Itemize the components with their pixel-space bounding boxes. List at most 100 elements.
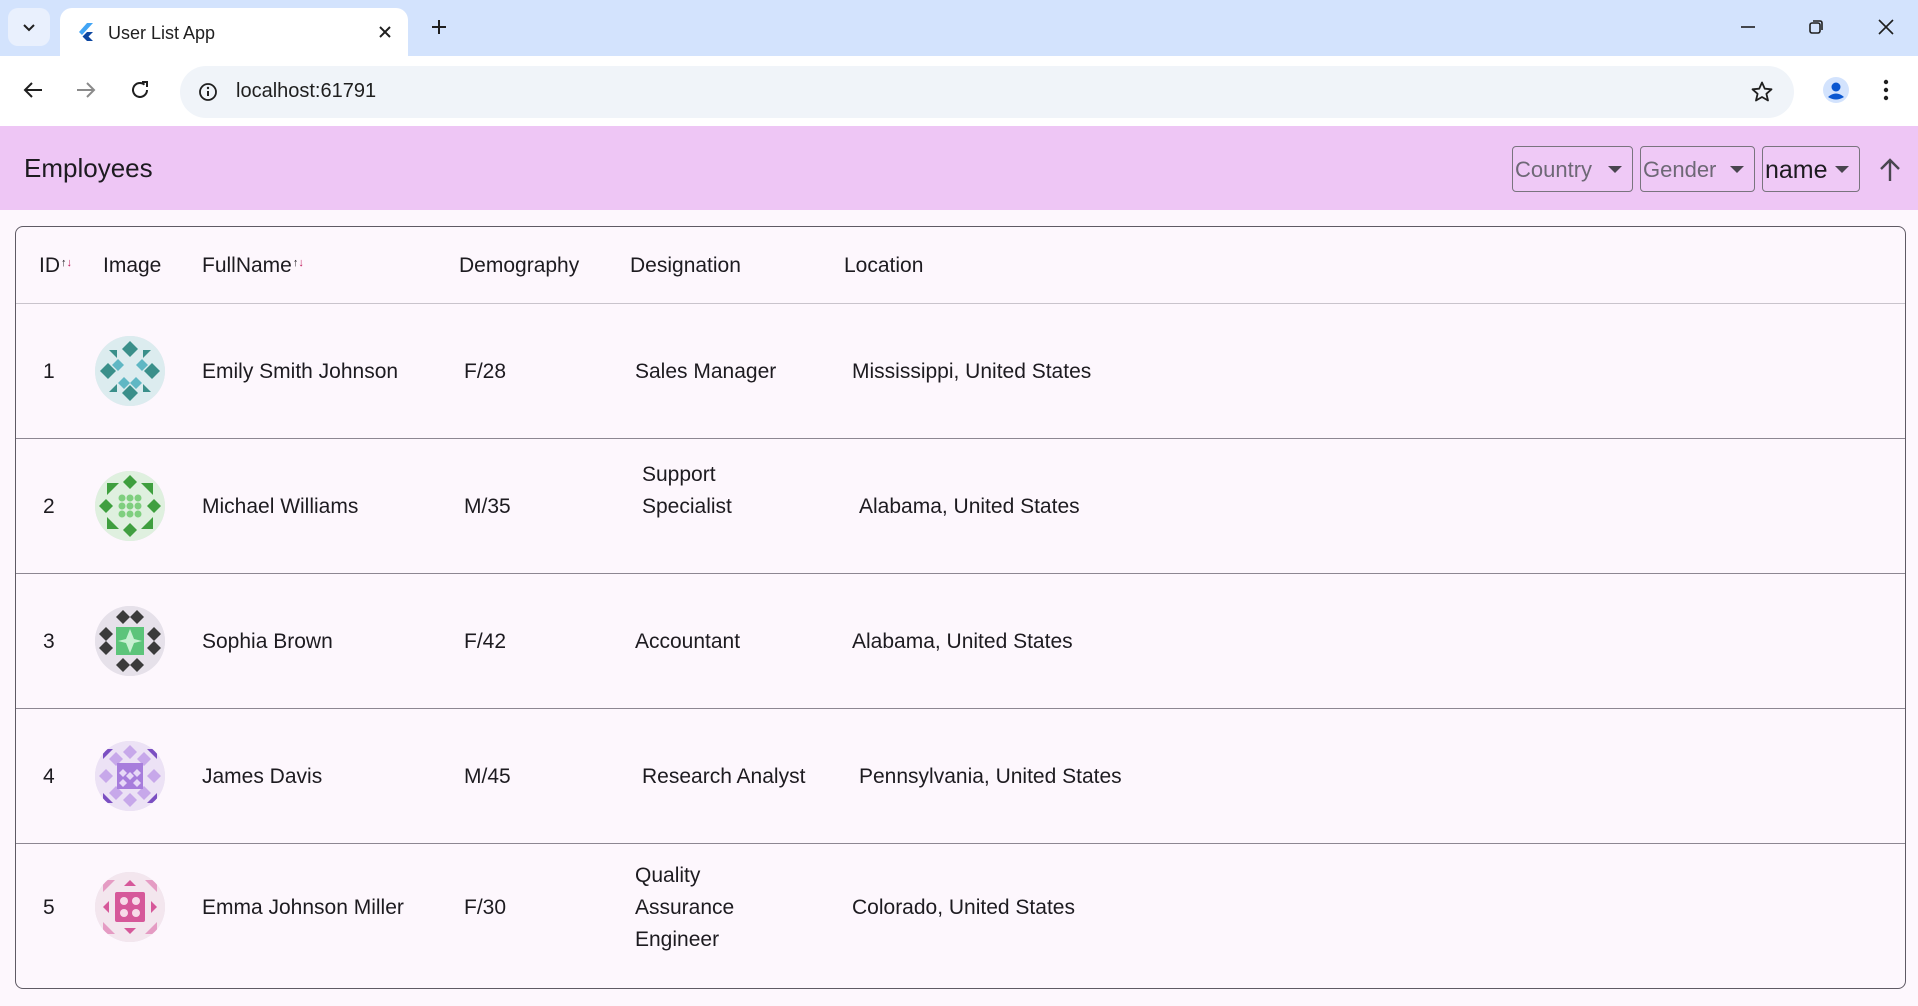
reload-icon [132, 81, 148, 98]
browser-toolbar: localhost:61791 [0, 56, 1918, 126]
site-info-button[interactable] [194, 78, 222, 106]
cell-id: 4 [43, 765, 55, 788]
app-bar: Employees Country Gender name [0, 126, 1918, 210]
browser-tab-strip: User List App [0, 0, 1918, 56]
identicon-avatar-icon [95, 741, 165, 811]
browser-tab[interactable]: User List App [60, 8, 408, 56]
avatar [95, 471, 165, 541]
cell-demography: F/30 [464, 896, 507, 919]
column-header-image: Image [103, 254, 162, 277]
identicon-avatar-icon [95, 471, 165, 541]
browser-menu-button[interactable] [1868, 72, 1904, 108]
profile-button[interactable] [1818, 72, 1854, 108]
identicon-avatar-icon [95, 606, 165, 676]
cell-location: Alabama, United States [859, 495, 1080, 518]
country-dropdown[interactable]: Country [1512, 146, 1633, 192]
cell-demography: F/42 [464, 630, 507, 653]
table-row[interactable]: 3 Sophia Brown F/42 Accountant Alabama, … [16, 574, 1905, 709]
forward-button[interactable] [68, 72, 104, 108]
cell-designation: Research Analyst [642, 765, 806, 788]
gender-dropdown[interactable]: Gender [1640, 146, 1755, 192]
employee-table: ID↑↓ Image FullName↑↓ Demography Designa… [15, 226, 1906, 989]
url-text: localhost:61791 [236, 80, 377, 102]
bookmark-button[interactable] [1748, 78, 1776, 106]
avatar [95, 872, 165, 942]
cell-fullname: Michael Williams [202, 495, 359, 518]
cell-location: Alabama, United States [852, 630, 1073, 653]
cell-demography: F/28 [464, 360, 507, 383]
column-header-id[interactable]: ID↑↓ [39, 254, 72, 278]
cell-id: 2 [43, 495, 55, 518]
arrow-left-icon [23, 82, 42, 98]
cell-id: 3 [43, 630, 55, 653]
arrow-up-icon [1880, 158, 1900, 181]
account-icon [1823, 77, 1849, 103]
close-icon [1878, 19, 1894, 35]
minimize-button[interactable] [1730, 10, 1766, 44]
back-button[interactable] [15, 72, 51, 108]
address-bar[interactable]: localhost:61791 [180, 66, 1794, 118]
column-header-designation: Designation [630, 254, 741, 277]
close-window-button[interactable] [1868, 10, 1904, 44]
sort-desc-arrow: ↓ [66, 257, 73, 269]
cell-location: Mississippi, United States [852, 360, 1092, 383]
caret-down-icon [1835, 166, 1849, 173]
more-vert-icon [1883, 79, 1889, 101]
close-tab-button[interactable] [372, 19, 398, 45]
table-row[interactable]: 5 Emma Johnson Miller F/30 Quality Assur… [16, 844, 1905, 988]
plus-icon [432, 20, 446, 34]
caret-down-icon [1608, 166, 1622, 173]
cell-fullname: Emily Smith Johnson [202, 360, 399, 383]
star-icon [1751, 81, 1773, 102]
page-title: Employees [24, 153, 153, 183]
sort-field-label: name [1765, 156, 1828, 184]
cell-location: Colorado, United States [852, 896, 1075, 919]
caret-down-icon [1730, 166, 1744, 173]
tab-title: User List App [108, 23, 216, 43]
avatar [95, 336, 165, 406]
chevron-down-icon [23, 24, 35, 32]
cell-demography: M/35 [464, 495, 511, 518]
flutter-icon [79, 23, 93, 41]
restore-icon [1809, 20, 1823, 34]
close-icon [379, 26, 391, 38]
info-icon [199, 83, 217, 101]
avatar [95, 741, 165, 811]
sort-arrows-icon[interactable]: ↑↓ [61, 257, 72, 269]
identicon-avatar-icon [95, 872, 165, 942]
column-header-fullname-label: FullName [202, 254, 292, 277]
cell-fullname: James Davis [202, 765, 323, 788]
sort-field-dropdown[interactable]: name [1762, 146, 1860, 192]
avatar [95, 606, 165, 676]
column-header-fullname[interactable]: FullName↑↓ [202, 254, 304, 278]
minimize-icon [1741, 26, 1755, 28]
country-dropdown-label: Country [1515, 157, 1593, 182]
table-row[interactable]: 2 Michael Williams M/35 Support Speciali… [16, 439, 1905, 574]
cell-designation: Quality Assurance Engineer [635, 864, 735, 951]
column-header-id-label: ID [39, 254, 60, 277]
new-tab-button[interactable] [424, 12, 454, 42]
identicon-avatar-icon [95, 336, 165, 406]
cell-designation: Sales Manager [635, 360, 777, 383]
sort-desc-arrow: ↓ [298, 257, 304, 269]
cell-fullname: Sophia Brown [202, 630, 333, 653]
table-header: ID↑↓ Image FullName↑↓ Demography Designa… [16, 227, 1905, 304]
cell-demography: M/45 [464, 765, 511, 788]
cell-id: 1 [43, 360, 55, 383]
cell-location: Pennsylvania, United States [859, 765, 1122, 788]
column-header-location: Location [844, 254, 924, 277]
reload-button[interactable] [122, 72, 158, 108]
cell-designation: Accountant [635, 630, 741, 653]
table-row[interactable]: 1 Emily Smith Johnson F/28 Sales Manager… [16, 304, 1905, 439]
cell-fullname: Emma Johnson Miller [202, 896, 404, 919]
sort-direction-button[interactable] [1874, 154, 1906, 186]
sort-arrows-icon[interactable]: ↑↓ [293, 257, 304, 269]
arrow-right-icon [77, 82, 96, 98]
tab-search-button[interactable] [8, 8, 50, 46]
cell-designation: Support Specialist [642, 463, 732, 518]
column-header-demography: Demography [459, 254, 580, 277]
gender-dropdown-label: Gender [1643, 157, 1717, 182]
table-row[interactable]: 4 James Davis M/45 Research Analyst Penn… [16, 709, 1905, 844]
restore-button[interactable] [1798, 10, 1834, 44]
cell-id: 5 [43, 896, 55, 919]
